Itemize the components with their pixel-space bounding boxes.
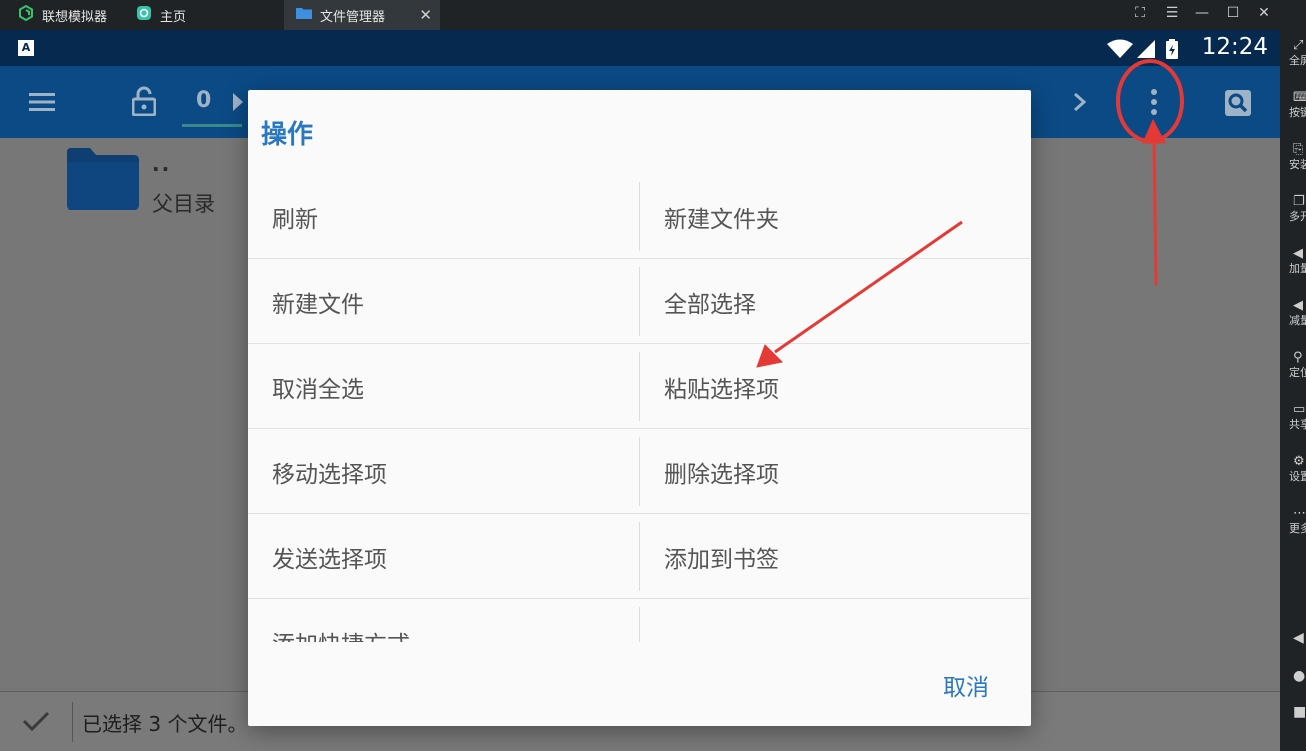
divider <box>72 702 73 742</box>
close-window-icon[interactable]: ✕ <box>1254 5 1274 21</box>
menu-item-delete[interactable]: 删除选择项 <box>639 429 1030 514</box>
sidebar-item-multi[interactable]: ❐ 多开 <box>1280 194 1306 224</box>
tab-label: 主页 <box>160 9 187 25</box>
tab-label: 文件管理器 <box>320 9 386 25</box>
chevron-right-icon[interactable] <box>1073 92 1087 116</box>
tab-emulator[interactable]: 联想模拟器 <box>18 0 107 30</box>
sidebar-item-more[interactable]: ⋯ 更多 <box>1280 506 1306 536</box>
status-icons <box>1105 38 1185 64</box>
menu-item-move[interactable]: 移动选择项 <box>248 429 639 514</box>
screenshot-icon[interactable]: ⛶ <box>1130 5 1150 21</box>
home-app-icon <box>136 5 152 25</box>
fullscreen-icon: ⤢ <box>1293 38 1304 53</box>
more-icon: ⋯ <box>1293 506 1306 521</box>
nav-back-icon[interactable]: ◀ <box>1280 630 1306 646</box>
menu-item-new-file[interactable]: 新建文件 <box>248 259 639 344</box>
sidebar-item-install[interactable]: ⎘ 安装 <box>1280 142 1306 172</box>
search-icon[interactable] <box>1225 90 1251 120</box>
more-options-icon[interactable] <box>1148 86 1160 122</box>
menu-item-add-shortcut[interactable]: 添加快捷方式 <box>248 599 639 642</box>
unlock-icon[interactable] <box>131 86 157 120</box>
keyboard-indicator-icon: A <box>18 40 34 56</box>
tab-file-manager[interactable]: 文件管理器 ✕ <box>284 0 440 30</box>
menu-item-deselect-all[interactable]: 取消全选 <box>248 344 639 429</box>
status-time: 12:24 <box>1201 34 1268 60</box>
breadcrumb-underline <box>182 124 242 127</box>
volume-down-icon: ◀ <box>1293 298 1303 313</box>
battery-icon <box>1166 39 1178 59</box>
emulator-sidebar: ⤢ 全屏 ⌨ 按键 ⎘ 安装 ❐ 多开 ◀ 加量 ◀ 减量 ⚲ 定位 ▭ 共享 ⚙ 设置 ⋯ 更多 … <box>1280 30 1306 751</box>
menu-item-empty[interactable] <box>639 599 1030 642</box>
emulator-titlebar: 联想模拟器 主页 文件管理器 ✕ ⛶ ☰ — ☐ ✕ <box>0 0 1306 30</box>
multi-instance-icon: ❐ <box>1293 194 1305 209</box>
parent-dir-label[interactable]: 父目录 <box>152 188 215 218</box>
menu-item-bookmark[interactable]: 添加到书签 <box>639 514 1030 599</box>
menu-icon[interactable]: ☰ <box>1162 5 1182 21</box>
menu-item-refresh[interactable]: 刷新 <box>248 174 639 259</box>
parent-dir-dots: .. <box>152 152 172 176</box>
selection-status: 已选择 3 个文件。 <box>82 712 248 736</box>
emulator-logo-icon <box>18 4 34 25</box>
apk-icon: ⎘ <box>1293 142 1304 157</box>
sidebar-item-fullscreen[interactable]: ⤢ 全屏 <box>1280 38 1306 68</box>
sidebar-item-volume-up[interactable]: ◀ 加量 <box>1280 246 1306 276</box>
menu-item-new-folder[interactable]: 新建文件夹 <box>639 174 1030 259</box>
breadcrumb-counter[interactable]: 0 <box>196 88 211 113</box>
sidebar-item-volume-down[interactable]: ◀ 减量 <box>1280 298 1306 328</box>
sidebar-item-settings[interactable]: ⚙ 设置 <box>1280 454 1306 484</box>
breadcrumb-arrow-icon <box>232 92 244 116</box>
nav-home-icon[interactable]: ● <box>1280 668 1306 684</box>
wifi-icon <box>1107 39 1133 58</box>
location-icon: ⚲ <box>1293 350 1303 365</box>
operations-grid: 刷新 新建文件夹 新建文件 全部选择 取消全选 粘贴选择项 移动选择项 删除选择… <box>248 174 1031 642</box>
sidebar-item-share[interactable]: ▭ 共享 <box>1280 402 1306 432</box>
hamburger-menu-icon[interactable] <box>29 92 55 116</box>
tab-label: 联想模拟器 <box>42 9 108 25</box>
tab-home[interactable]: 主页 <box>136 0 186 30</box>
keyboard-icon: ⌨ <box>1293 90 1306 105</box>
gear-icon: ⚙ <box>1293 454 1305 469</box>
menu-item-send[interactable]: 发送选择项 <box>248 514 639 599</box>
volume-up-icon: ◀ <box>1293 246 1303 261</box>
status-bar: A 12:24 <box>0 30 1280 66</box>
dialog-title: 操作 <box>261 120 314 150</box>
sidebar-item-keys[interactable]: ⌨ 按键 <box>1280 90 1306 120</box>
menu-item-paste[interactable]: 粘贴选择项 <box>639 344 1030 429</box>
folder-app-icon <box>296 6 312 24</box>
close-tab-icon[interactable]: ✕ <box>419 6 432 24</box>
nav-recents-icon[interactable]: ■ <box>1280 704 1306 720</box>
minimize-icon[interactable]: — <box>1192 5 1212 21</box>
operations-dialog: 操作 刷新 新建文件夹 新建文件 全部选择 取消全选 粘贴选择项 移动选择项 删… <box>248 90 1031 726</box>
signal-icon <box>1137 40 1155 58</box>
maximize-icon[interactable]: ☐ <box>1223 5 1243 21</box>
sidebar-item-location[interactable]: ⚲ 定位 <box>1280 350 1306 380</box>
menu-item-select-all[interactable]: 全部选择 <box>639 259 1030 344</box>
cancel-button[interactable]: 取消 <box>943 668 989 702</box>
shared-folder-icon: ▭ <box>1293 402 1306 417</box>
checkmark-icon[interactable] <box>22 710 50 736</box>
folder-icon[interactable] <box>64 148 139 210</box>
